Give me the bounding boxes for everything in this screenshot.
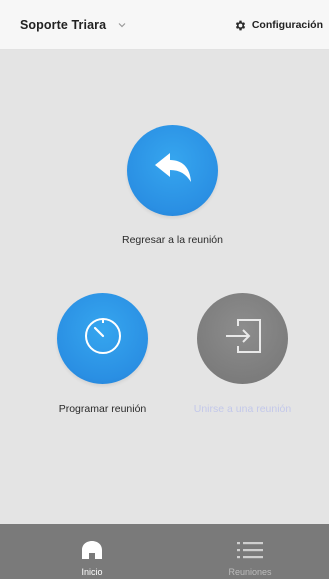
clock-icon xyxy=(81,314,125,363)
join-meeting-label: Unirse a una reunión xyxy=(193,403,292,415)
settings-label: Configuración xyxy=(251,19,323,31)
bottom-tab-bar: Inicio Reuniones xyxy=(0,524,329,579)
account-selector[interactable]: Soporte Triara xyxy=(20,16,126,34)
settings-button[interactable]: Configuración xyxy=(234,16,323,34)
schedule-meeting-label: Programar reunión xyxy=(58,403,147,415)
tab-meetings[interactable]: Reuniones xyxy=(210,524,290,579)
join-meeting-button[interactable] xyxy=(197,293,288,384)
list-icon xyxy=(236,539,264,561)
back-to-meeting-button[interactable] xyxy=(127,125,218,216)
tab-meetings-label: Reuniones xyxy=(228,567,272,577)
home-icon xyxy=(80,539,104,561)
back-to-meeting-label: Regresar a la reunión xyxy=(122,234,223,246)
header-bar: Soporte Triara Configuración xyxy=(0,0,329,50)
gear-icon xyxy=(234,19,247,32)
account-name: Soporte Triara xyxy=(20,18,107,32)
tab-home-label: Inicio xyxy=(81,567,103,577)
sign-in-icon xyxy=(222,317,264,360)
reply-arrow-icon xyxy=(151,150,195,191)
chevron-down-icon xyxy=(118,21,126,29)
app-window: Soporte Triara Configuración Regresar a … xyxy=(0,0,329,579)
tab-home[interactable]: Inicio xyxy=(52,524,132,579)
schedule-meeting-button[interactable] xyxy=(57,293,148,384)
